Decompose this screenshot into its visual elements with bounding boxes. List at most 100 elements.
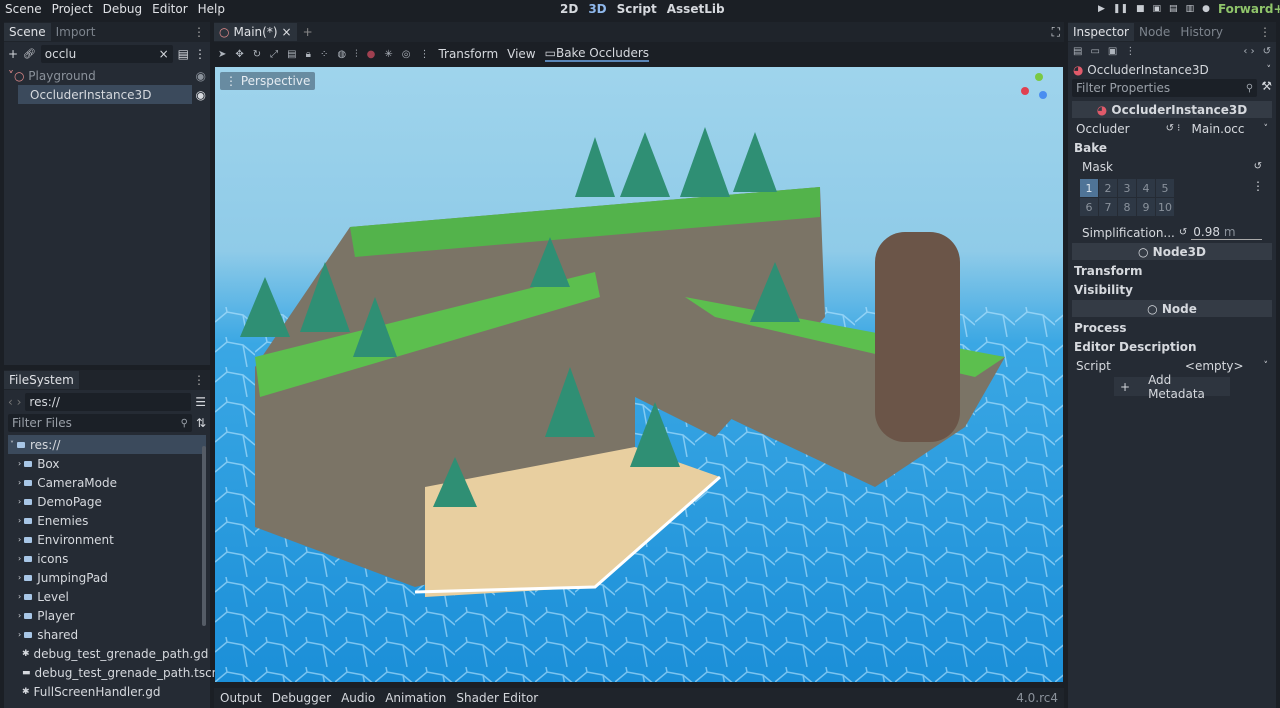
scene-filter-input[interactable]: occlu × — [40, 45, 173, 63]
tab-main[interactable]: ○ Main(*) × — [214, 23, 297, 41]
folder-item[interactable]: › DemoPage — [8, 492, 206, 511]
perspective-menu[interactable]: ⋮ Perspective — [220, 72, 316, 90]
category-editor-description[interactable]: Editor Description — [1068, 337, 1276, 356]
folder-item[interactable]: › Enemies — [8, 511, 206, 530]
tab-history[interactable]: History — [1175, 23, 1228, 41]
tab-filesystem[interactable]: FileSystem — [4, 371, 79, 389]
script-icon[interactable]: ▤ — [178, 47, 189, 61]
group-icon[interactable]: ⁘ — [320, 49, 328, 60]
mask-layer-10[interactable]: 10 — [1156, 198, 1174, 216]
list-select-icon[interactable]: ▤ — [287, 49, 296, 60]
camera-icon[interactable]: ● — [367, 49, 376, 60]
screen-2d[interactable]: 2D — [560, 2, 578, 16]
filter-files-input[interactable]: Filter Files ⚲ — [8, 414, 192, 432]
open-icon[interactable]: ▭ — [1090, 46, 1099, 57]
tab-shader-editor[interactable]: Shader Editor — [456, 691, 538, 705]
mask-layer-8[interactable]: 8 — [1118, 198, 1136, 216]
tab-debugger[interactable]: Debugger — [272, 691, 331, 705]
folder-item[interactable]: › icons — [8, 549, 206, 568]
save-icon[interactable]: ▣ — [1108, 46, 1117, 57]
link-icon[interactable]: 🔗︎ — [23, 49, 36, 60]
screen-assetlib[interactable]: AssetLib — [667, 2, 725, 16]
tab-output[interactable]: Output — [220, 691, 262, 705]
tree-item-playground[interactable]: ˅○ Playground ◉ — [4, 66, 210, 85]
add-node-icon[interactable]: + — [8, 47, 18, 61]
visibility-icon[interactable]: ◉ — [196, 88, 210, 102]
move-tool-icon[interactable]: ✥ — [235, 49, 243, 60]
menu-icon[interactable]: ⋮ — [193, 25, 210, 39]
chevron-down-icon[interactable]: ˅ — [1264, 361, 1269, 371]
folder-item[interactable]: › Box — [8, 454, 206, 473]
menu-icon[interactable]: ⋮ — [194, 47, 206, 61]
menu-icon[interactable]: ⋮ — [419, 49, 429, 60]
tab-scene[interactable]: Scene — [4, 23, 51, 41]
tree-item-occluder[interactable]: OccluderInstance3D ◉ — [4, 85, 210, 104]
folder-item[interactable]: › Player — [8, 606, 206, 625]
transform-menu[interactable]: Transform — [438, 47, 498, 61]
tree-item-root[interactable]: ˅ res:// — [8, 435, 206, 454]
tab-inspector[interactable]: Inspector — [1068, 23, 1134, 41]
select-tool-icon[interactable]: ➤ — [218, 49, 226, 60]
3d-viewport[interactable]: ⋮ Perspective — [215, 67, 1063, 682]
tab-audio[interactable]: Audio — [341, 691, 375, 705]
history-arrows-icon[interactable]: ‹ › — [8, 395, 21, 409]
tools-icon[interactable]: ⚒ — [1261, 79, 1272, 97]
add-tab-icon[interactable]: + — [297, 25, 319, 39]
split-mode-icon[interactable]: ☰ — [195, 395, 206, 409]
revert-icon[interactable]: ↺ ⁝ — [1166, 123, 1184, 134]
bake-occluders-button[interactable]: ▭Bake Occluders — [544, 46, 650, 62]
category-transform[interactable]: Transform — [1068, 261, 1276, 280]
lock-icon[interactable]: 🔒︎ — [306, 49, 311, 60]
mask-layer-9[interactable]: 9 — [1137, 198, 1155, 216]
folder-item[interactable]: › Level — [8, 587, 206, 606]
screen-3d[interactable]: 3D — [588, 2, 606, 16]
mask-layer-2[interactable]: 2 — [1099, 179, 1117, 197]
category-visibility[interactable]: Visibility — [1068, 280, 1276, 299]
menu-icon[interactable]: ⋮ — [193, 373, 210, 387]
revert-icon[interactable]: ↺ — [1175, 227, 1191, 238]
menu-scene[interactable]: Scene — [0, 2, 47, 16]
object-history-icon[interactable]: ↺ — [1263, 46, 1271, 57]
new-resource-icon[interactable]: ▤ — [1073, 46, 1082, 57]
tab-import[interactable]: Import — [51, 23, 101, 41]
folder-item[interactable]: › CameraMode — [8, 473, 206, 492]
file-item[interactable]: ✱ debug_test_grenade_path.gd — [8, 644, 208, 663]
mask-layer-1[interactable]: 1 — [1080, 179, 1098, 197]
visibility-icon[interactable]: ◉ — [196, 69, 210, 83]
add-metadata-button[interactable]: + Add Metadata — [1114, 373, 1230, 401]
category-bake[interactable]: Bake — [1068, 138, 1276, 157]
script-value[interactable]: <empty> — [1185, 359, 1264, 373]
remote-icon[interactable]: ▣ — [1153, 4, 1162, 14]
scrollbar[interactable] — [202, 446, 206, 626]
environment-icon[interactable]: ◎ — [402, 49, 411, 60]
menu-editor[interactable]: Editor — [147, 2, 193, 16]
filter-properties-input[interactable]: Filter Properties ⚲ — [1072, 79, 1258, 97]
mask-layer-7[interactable]: 7 — [1099, 198, 1117, 216]
mask-layer-6[interactable]: 6 — [1080, 198, 1098, 216]
file-item[interactable]: ✱ FullScreenHandler.gd — [8, 682, 206, 701]
category-process[interactable]: Process — [1068, 318, 1276, 337]
scale-tool-icon[interactable]: ⤢ — [270, 49, 278, 60]
menu-project[interactable]: Project — [47, 2, 98, 16]
path-input[interactable]: res:// — [25, 393, 192, 411]
menu-help[interactable]: Help — [193, 2, 230, 16]
tab-node[interactable]: Node — [1134, 23, 1175, 41]
distraction-free-icon[interactable]: ⛶ — [1052, 25, 1064, 40]
history-nav-icon[interactable]: ‹ › — [1243, 46, 1254, 57]
object-selector[interactable]: ◕ OccluderInstance3D ˅ — [1068, 60, 1276, 79]
play-scene-icon[interactable]: ▤ — [1169, 4, 1178, 14]
clear-icon[interactable]: × — [159, 47, 169, 61]
simplification-slider[interactable]: 0.98 m — [1191, 225, 1262, 240]
file-item[interactable]: ▬ debug_test_grenade_path.tscn — [8, 663, 219, 682]
revert-icon[interactable]: ↺ — [1254, 161, 1262, 172]
menu-debug[interactable]: Debug — [98, 2, 147, 16]
occluder-resource[interactable]: Main.occ — [1184, 122, 1264, 136]
view-gizmo[interactable] — [1021, 73, 1057, 109]
local-space-icon[interactable]: ◍ — [337, 49, 346, 60]
renderer-select[interactable]: Forward+ — [1218, 2, 1280, 16]
menu-icon[interactable]: ⋮ — [1252, 179, 1264, 216]
close-icon[interactable]: × — [282, 25, 292, 39]
menu-icon[interactable]: ⋮ — [1259, 25, 1276, 39]
snap-icon[interactable]: ⫶ — [355, 49, 358, 60]
menu-icon[interactable]: ⋮ — [1125, 46, 1135, 57]
